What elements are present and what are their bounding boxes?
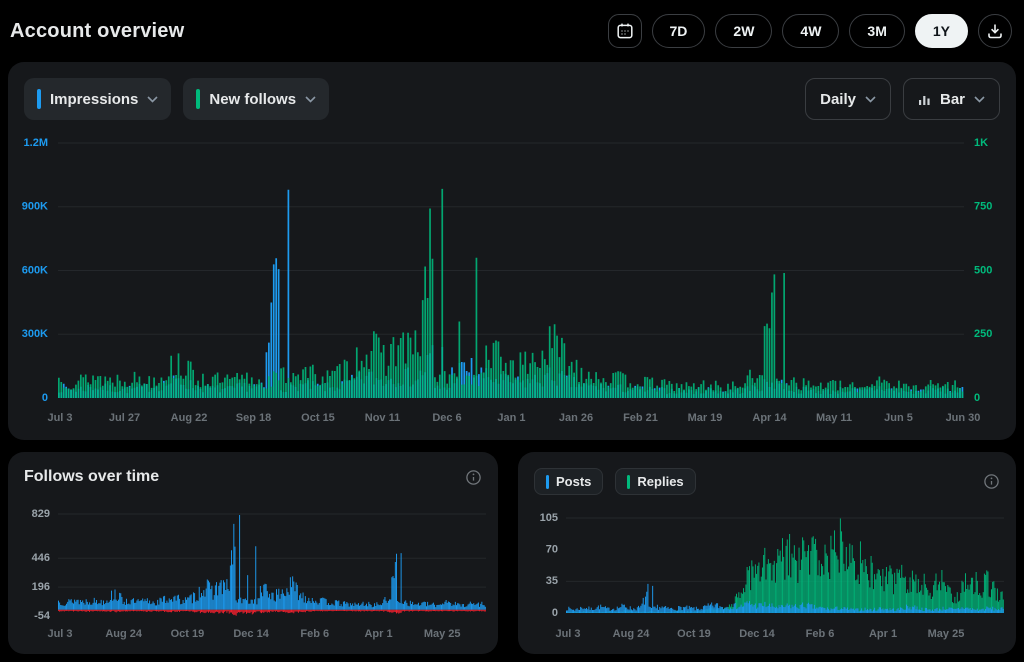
download-icon (986, 22, 1004, 40)
calendar-button[interactable] (608, 14, 642, 48)
granularity-label: Daily (820, 91, 856, 108)
granularity-select[interactable]: Daily (805, 78, 891, 120)
chevron-down-icon (974, 96, 985, 103)
legend-replies[interactable]: Replies (615, 468, 695, 495)
info-icon (983, 473, 1000, 490)
chart-type-label: Bar (940, 91, 965, 108)
calendar-icon (616, 22, 634, 40)
range-2w-button[interactable]: 2W (715, 14, 772, 48)
main-chart-toolbar: Impressions New follows Daily Bar (8, 62, 1016, 120)
metric-selector-new-follows[interactable]: New follows (183, 78, 329, 120)
metric-selector-impressions[interactable]: Impressions (24, 78, 171, 120)
impressions-label: Impressions (50, 91, 138, 108)
account-overview-chart-card: Impressions New follows Daily Bar (8, 62, 1016, 440)
replies-accent-bar (627, 475, 630, 489)
chevron-down-icon (147, 96, 158, 103)
page-header: Account overview 7D 2W 4W 3M 1Y (0, 0, 1024, 62)
posts-accent-bar (546, 475, 549, 489)
posts-info-button[interactable] (983, 473, 1000, 490)
posts-legend-label: Posts (556, 474, 591, 489)
replies-legend-label: Replies (637, 474, 683, 489)
posts-replies-card: Posts Replies (518, 452, 1016, 654)
range-3m-button[interactable]: 3M (849, 14, 904, 48)
follows-card-title: Follows over time (24, 468, 159, 486)
new-follows-accent-bar (196, 89, 200, 109)
range-1y-button[interactable]: 1Y (915, 14, 968, 48)
date-range-controls: 7D 2W 4W 3M 1Y (608, 14, 1012, 48)
follows-over-time-card: Follows over time (8, 452, 498, 654)
info-icon (465, 469, 482, 486)
posts-card-header: Posts Replies (518, 452, 1016, 495)
impressions-accent-bar (37, 89, 41, 109)
follows-info-button[interactable] (465, 469, 482, 486)
chart-type-select[interactable]: Bar (903, 78, 1000, 120)
chevron-down-icon (865, 96, 876, 103)
chevron-down-icon (305, 96, 316, 103)
download-button[interactable] (978, 14, 1012, 48)
bar-chart-icon (918, 93, 931, 106)
new-follows-label: New follows (209, 91, 296, 108)
account-overview-page: Account overview 7D 2W 4W 3M 1Y (0, 0, 1024, 662)
range-4w-button[interactable]: 4W (782, 14, 839, 48)
page-title: Account overview (10, 20, 184, 43)
range-7d-button[interactable]: 7D (652, 14, 706, 48)
legend-posts[interactable]: Posts (534, 468, 603, 495)
follows-card-header: Follows over time (8, 452, 498, 486)
